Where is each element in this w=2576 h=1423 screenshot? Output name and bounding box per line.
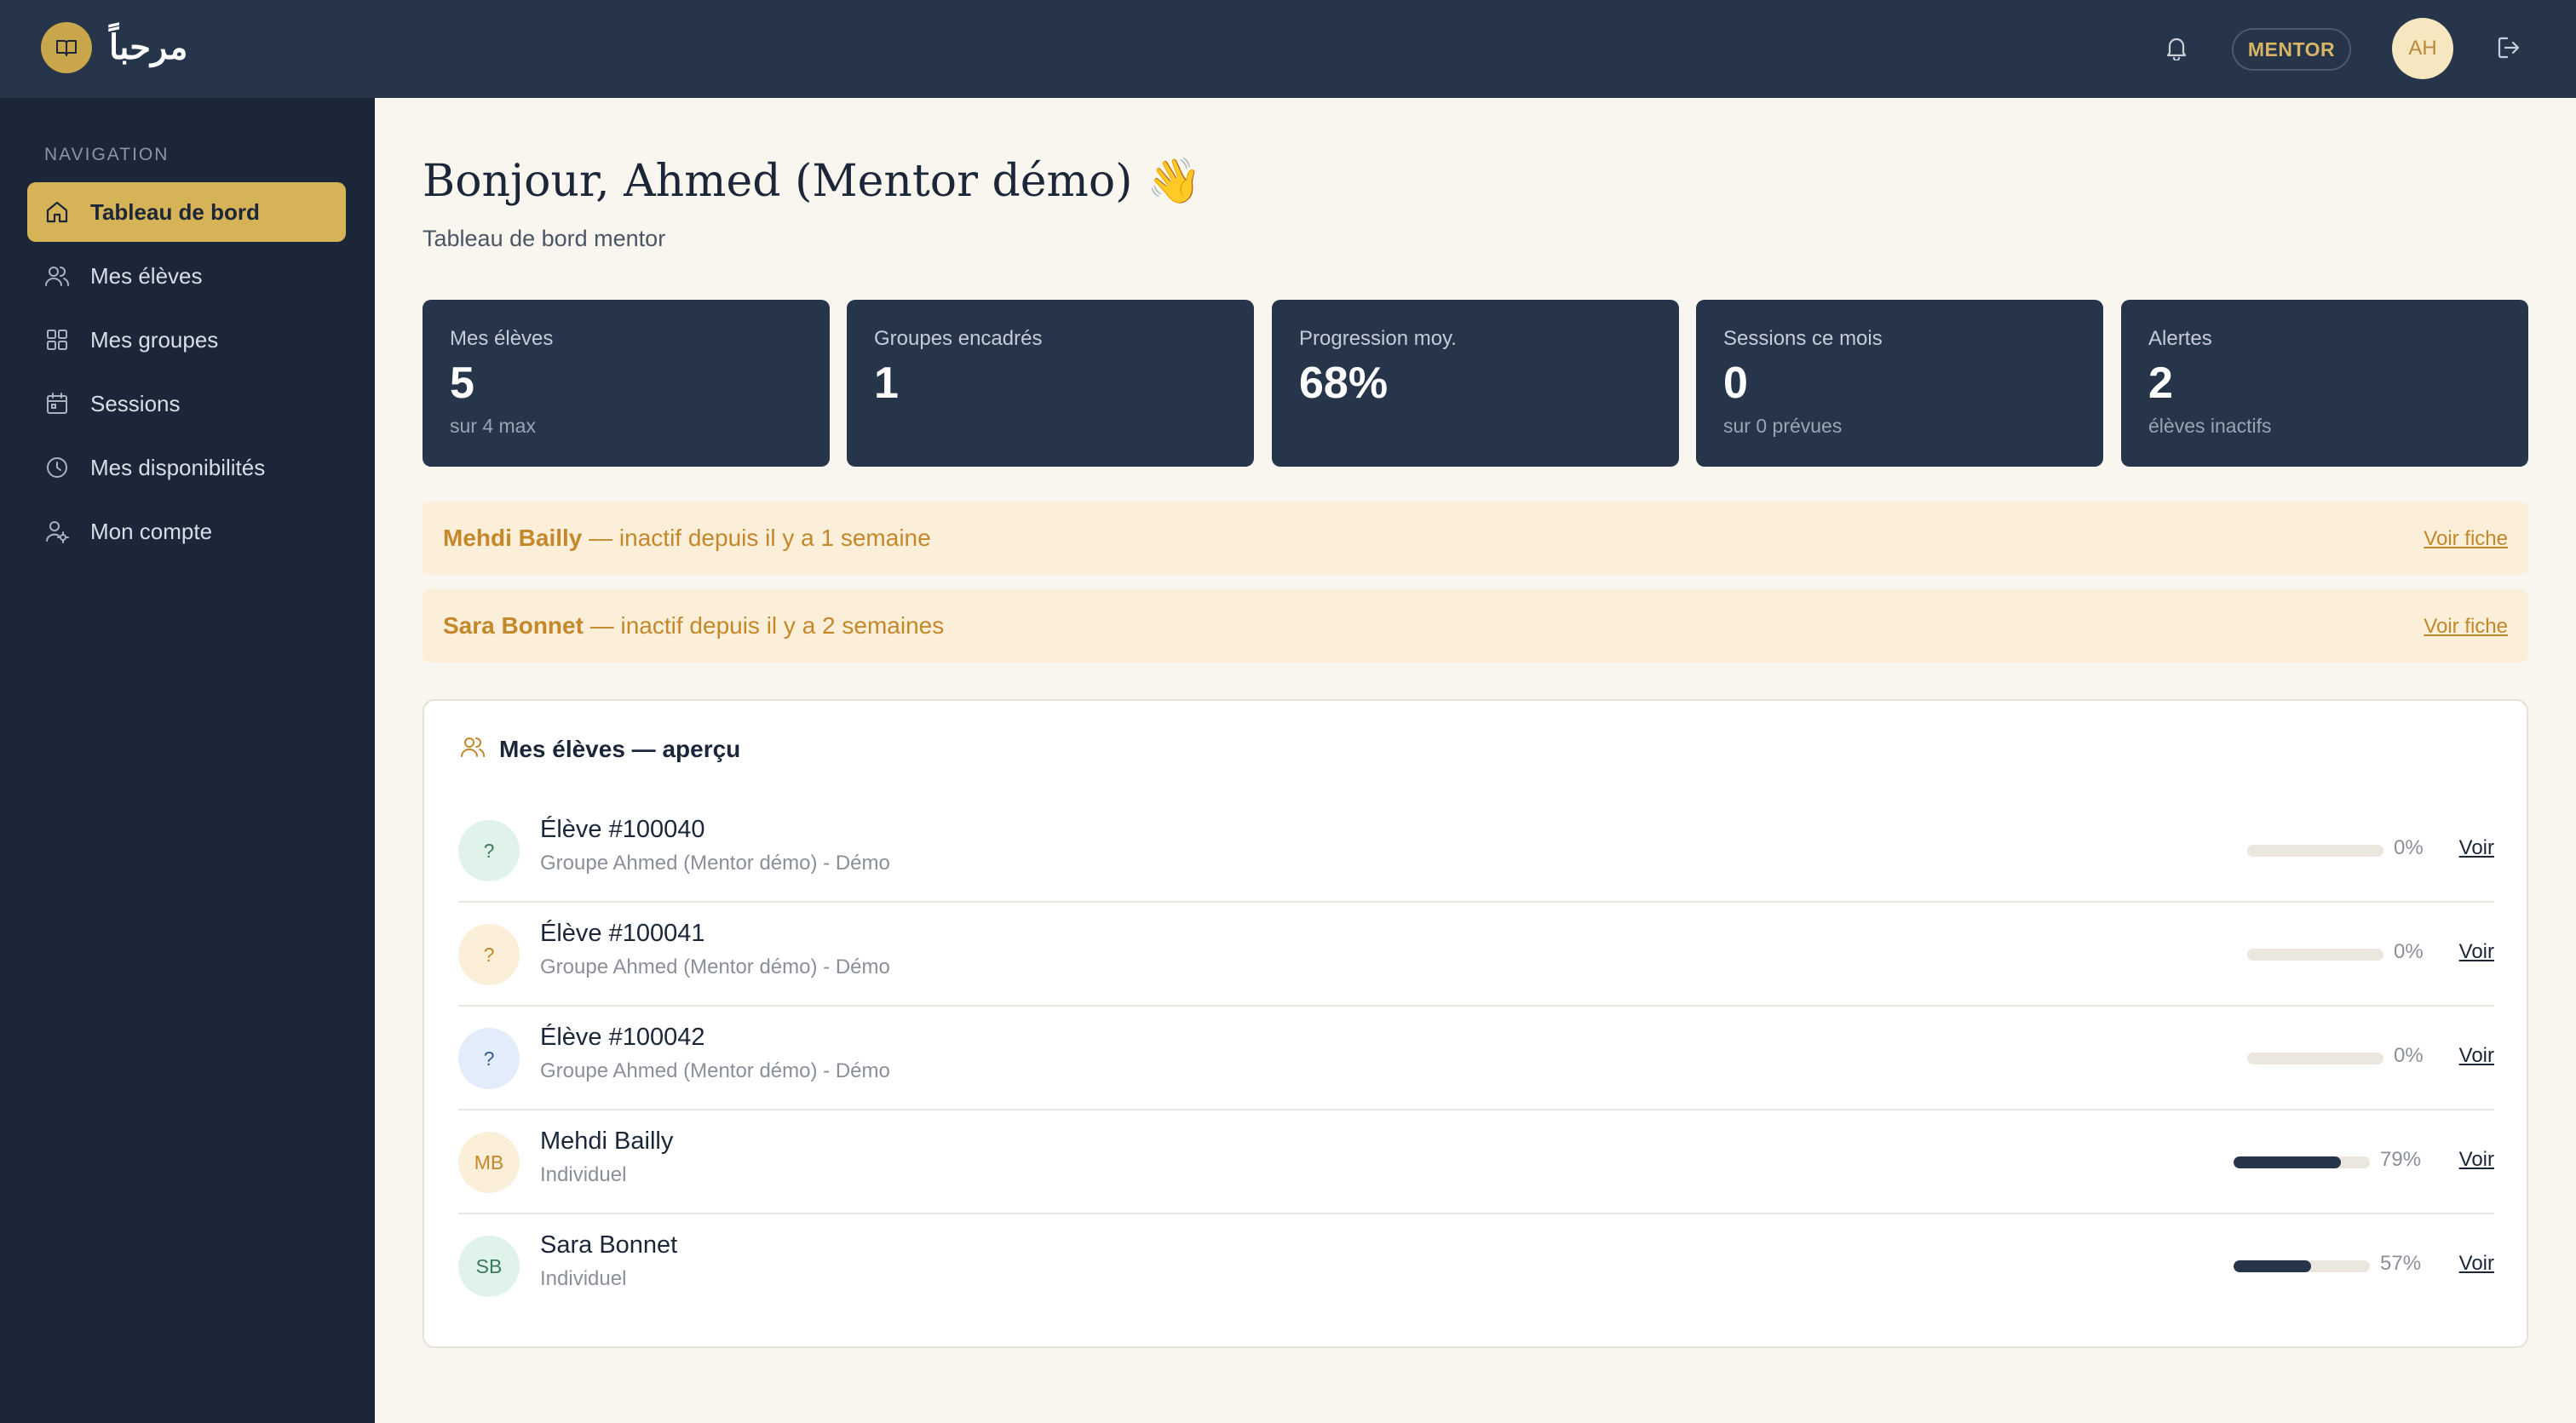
- progress-percent: 79%: [2380, 1148, 2422, 1171]
- student-group: Individuel: [540, 1267, 627, 1290]
- voir-link[interactable]: Voir: [2459, 1252, 2494, 1276]
- stat-card-sessions-ce-mois: Sessions ce mois 0 sur 0 prévues: [1696, 300, 2103, 467]
- sidebar-item-label: Sessions: [90, 390, 181, 416]
- student-group: Groupe Ahmed (Mentor démo) - Démo: [540, 852, 890, 875]
- alert-text: — inactif depuis il y a 2 semaines: [583, 612, 945, 639]
- users-icon: [44, 263, 70, 289]
- alert-message: Mehdi Bailly — inactif depuis il y a 1 s…: [443, 525, 931, 552]
- stat-value: 68%: [1299, 359, 1389, 408]
- stat-card-groupes-encadres: Groupes encadrés 1: [847, 300, 1254, 467]
- stat-label: Groupes encadrés: [874, 327, 1043, 350]
- user-avatar[interactable]: AH: [2392, 18, 2453, 79]
- page-subtitle: Tableau de bord mentor: [423, 226, 666, 251]
- sidebar-item-label: Mes disponibilités: [90, 454, 266, 480]
- voir-link[interactable]: Voir: [2459, 1148, 2494, 1172]
- student-avatar: SB: [458, 1236, 520, 1297]
- card-header: Mes élèves — aperçu: [460, 735, 740, 763]
- student-name[interactable]: Mehdi Bailly: [540, 1127, 673, 1156]
- stat-card-alertes: Alertes 2 élèves inactifs: [2121, 300, 2528, 467]
- stat-value: 2: [2148, 359, 2173, 408]
- sidebar-item-mes-disponibilites[interactable]: Mes disponibilités: [27, 438, 346, 497]
- progress-percent: 0%: [2394, 1044, 2424, 1067]
- alert-message: Sara Bonnet — inactif depuis il y a 2 se…: [443, 612, 944, 640]
- stat-value: 1: [874, 359, 899, 408]
- stat-card-progression-moy: Progression moy. 68%: [1272, 300, 1679, 467]
- stat-label: Progression moy.: [1299, 327, 1457, 350]
- student-avatar: MB: [458, 1132, 520, 1193]
- book-icon[interactable]: [41, 22, 92, 73]
- alert-text: — inactif depuis il y a 1 semaine: [582, 525, 931, 551]
- page-title: Bonjour, Ahmed (Mentor démo) 👋: [423, 156, 1202, 207]
- clock-icon: [44, 455, 70, 480]
- calendar-icon: [44, 391, 70, 416]
- voir-fiche-link[interactable]: Voir fiche: [2424, 615, 2508, 639]
- student-group: Individuel: [540, 1163, 627, 1186]
- stat-subtext: sur 0 prévues: [1723, 415, 1843, 437]
- main-content: Bonjour, Ahmed (Mentor démo) 👋 Tableau d…: [375, 98, 2576, 1423]
- student-row: SB Sara Bonnet Individuel 57% Voir: [458, 1214, 2494, 1318]
- progress-bar: [2247, 1053, 2383, 1064]
- progress-fill: [2234, 1260, 2312, 1272]
- bell-icon[interactable]: [2159, 31, 2194, 65]
- sidebar-item-sessions[interactable]: Sessions: [27, 374, 346, 433]
- sidebar: NAVIGATION Tableau de bord Mes élèves Me…: [0, 98, 375, 1423]
- student-group: Groupe Ahmed (Mentor démo) - Démo: [540, 1059, 890, 1082]
- stat-subtext: sur 4 max: [450, 415, 536, 437]
- logout-icon[interactable]: [2492, 30, 2527, 66]
- role-badge: MENTOR: [2232, 28, 2351, 71]
- voir-link[interactable]: Voir: [2459, 836, 2494, 860]
- users-icon: [460, 735, 486, 763]
- sidebar-item-label: Mon compte: [90, 518, 213, 544]
- sidebar-item-label: Tableau de bord: [90, 198, 260, 225]
- student-name[interactable]: Élève #100042: [540, 1024, 705, 1052]
- stat-label: Mes élèves: [450, 327, 554, 350]
- voir-fiche-link[interactable]: Voir fiche: [2424, 527, 2508, 551]
- alert-student-name: Sara Bonnet: [443, 612, 584, 639]
- student-row: ? Élève #100042 Groupe Ahmed (Mentor démo)…: [458, 1007, 2494, 1110]
- alert-student-name: Mehdi Bailly: [443, 525, 583, 551]
- progress-percent: 0%: [2394, 836, 2424, 859]
- progress-bar: [2247, 845, 2383, 857]
- sidebar-item-tableau-de-bord[interactable]: Tableau de bord: [27, 182, 346, 242]
- progress-bar: [2234, 1156, 2370, 1168]
- student-name[interactable]: Élève #100040: [540, 816, 705, 844]
- home-icon: [44, 199, 70, 225]
- stat-card-mes-eleves: Mes élèves 5 sur 4 max: [423, 300, 830, 467]
- student-row: MB Mehdi Bailly Individuel 79% Voir: [458, 1110, 2494, 1214]
- sidebar-item-label: Mes élèves: [90, 262, 203, 289]
- voir-link[interactable]: Voir: [2459, 1044, 2494, 1068]
- student-name[interactable]: Sara Bonnet: [540, 1231, 677, 1259]
- sidebar-item-mon-compte[interactable]: Mon compte: [27, 502, 346, 561]
- student-name[interactable]: Élève #100041: [540, 920, 705, 948]
- inactivity-alert: Mehdi Bailly — inactif depuis il y a 1 s…: [423, 502, 2528, 575]
- sidebar-item-label: Mes groupes: [90, 326, 219, 353]
- progress-percent: 57%: [2380, 1252, 2422, 1275]
- top-bar: مرحباً MENTOR AH: [0, 0, 2576, 98]
- app-logo-text[interactable]: مرحباً: [109, 22, 187, 73]
- stat-value: 0: [1723, 359, 1748, 408]
- grid-icon: [44, 327, 70, 353]
- progress-percent: 0%: [2394, 940, 2424, 963]
- student-avatar: ?: [458, 820, 520, 881]
- student-group: Groupe Ahmed (Mentor démo) - Démo: [540, 955, 890, 978]
- progress-fill: [2234, 1156, 2342, 1168]
- progress-bar: [2234, 1260, 2370, 1272]
- inactivity-alert: Sara Bonnet — inactif depuis il y a 2 se…: [423, 589, 2528, 663]
- stat-label: Sessions ce mois: [1723, 327, 1883, 350]
- progress-bar: [2247, 949, 2383, 961]
- nav-section-title: NAVIGATION: [44, 145, 170, 164]
- stat-value: 5: [450, 359, 474, 408]
- sidebar-item-mes-groupes[interactable]: Mes groupes: [27, 310, 346, 370]
- student-avatar: ?: [458, 1028, 520, 1089]
- students-overview-card: Mes élèves — aperçu ? Élève #100040 Groupe…: [423, 699, 2528, 1348]
- voir-link[interactable]: Voir: [2459, 940, 2494, 964]
- student-row: ? Élève #100040 Groupe Ahmed (Mentor démo)…: [458, 799, 2494, 903]
- student-avatar: ?: [458, 924, 520, 985]
- card-title: Mes élèves — aperçu: [499, 735, 741, 762]
- stat-label: Alertes: [2148, 327, 2212, 350]
- user-settings-icon: [44, 519, 70, 544]
- stat-subtext: élèves inactifs: [2148, 415, 2272, 437]
- sidebar-item-mes-eleves[interactable]: Mes élèves: [27, 246, 346, 306]
- student-row: ? Élève #100041 Groupe Ahmed (Mentor démo)…: [458, 903, 2494, 1007]
